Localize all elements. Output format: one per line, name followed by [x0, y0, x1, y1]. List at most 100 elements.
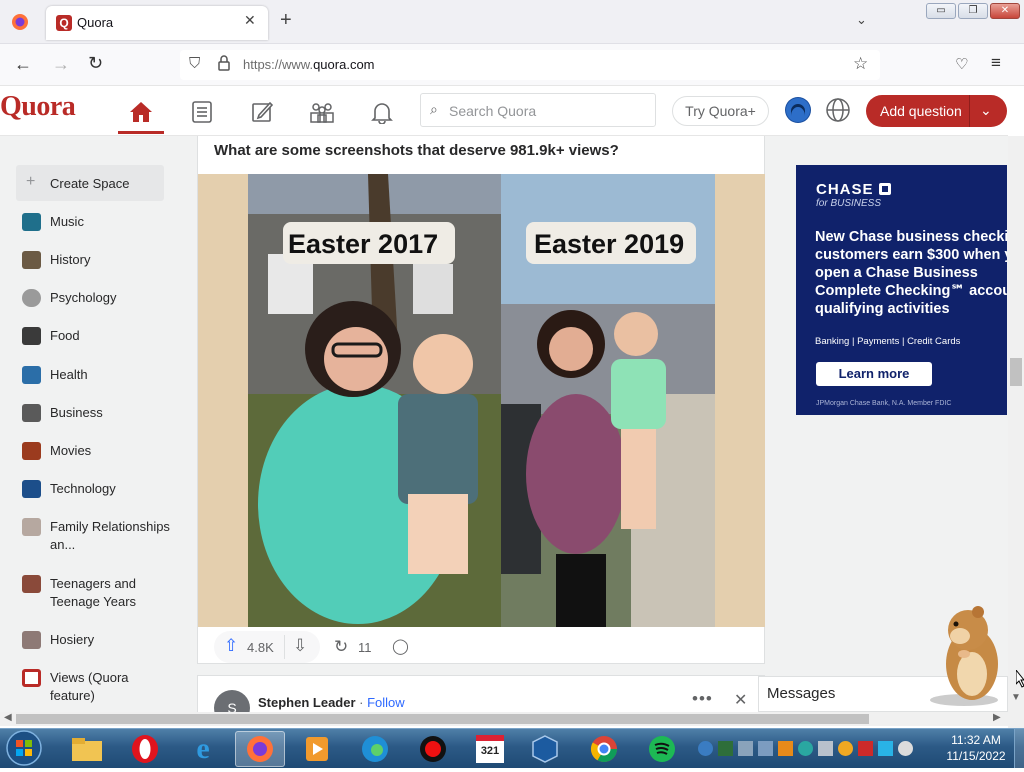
back-icon[interactable]: ←: [14, 54, 32, 75]
vertical-scroll-thumb[interactable]: [1010, 358, 1022, 386]
tray-app-icon[interactable]: [718, 740, 733, 756]
sidebar-item-label: Views (Quora feature): [50, 670, 129, 703]
firefox-taskbar-icon[interactable]: [235, 731, 285, 767]
photo-easter-2017: Easter 2017: [248, 174, 501, 627]
file-explorer-icon[interactable]: [62, 731, 112, 767]
bookmark-star-icon[interactable]: ☆: [853, 54, 868, 74]
tray-volume-icon[interactable]: [898, 740, 913, 756]
hamster-mascot[interactable]: [920, 604, 1006, 708]
author-name[interactable]: Stephen Leader: [258, 695, 356, 710]
scroll-right-arrow-icon[interactable]: ▶: [993, 712, 1001, 723]
taskbar-clock[interactable]: 11:32 AM 11/15/2022: [940, 732, 1012, 764]
upvote-count[interactable]: 4.8K: [247, 640, 274, 655]
scroll-down-arrow-icon[interactable]: ▼: [1011, 692, 1021, 703]
learn-more-button[interactable]: Learn more: [816, 362, 932, 386]
ad-disclaimer: JPMorgan Chase Bank, N.A. Member FDIC: [816, 400, 952, 407]
quora-favicon-icon: Q: [56, 15, 72, 31]
sidebar-item-label: Health: [50, 367, 88, 382]
following-icon[interactable]: [182, 94, 222, 130]
vote-pill: ⇧ 4.8K ⇩: [214, 631, 320, 663]
movies-space-icon: [22, 442, 41, 460]
more-options-icon[interactable]: •••: [692, 689, 713, 709]
sidebar-item-label: Technology: [50, 481, 116, 496]
tab-close-icon[interactable]: ✕: [244, 12, 256, 29]
dismiss-icon[interactable]: ✕: [734, 690, 747, 710]
reload-icon[interactable]: ↻: [88, 53, 103, 74]
tray-app-icon[interactable]: [798, 740, 813, 756]
tray-flag-icon[interactable]: [858, 740, 873, 756]
tray-app-icon[interactable]: [778, 740, 793, 756]
new-tab-button[interactable]: +: [280, 9, 292, 32]
opera-icon[interactable]: [120, 731, 170, 767]
spaces-icon[interactable]: [302, 94, 342, 130]
add-question-label: Add question: [880, 103, 962, 119]
minimize-button[interactable]: ▭: [926, 3, 956, 19]
upvote-icon[interactable]: ⇧: [224, 636, 238, 656]
author-separator: ·: [355, 695, 368, 710]
horizontal-scroll-thumb[interactable]: [16, 714, 869, 724]
start-button-icon[interactable]: [2, 729, 46, 767]
vertical-scrollbar[interactable]: ▼: [1008, 136, 1024, 712]
post-question-title[interactable]: What are some screenshots that deserve 9…: [214, 142, 619, 159]
url-text: https://www.quora.com: [243, 57, 375, 72]
tab-title: Quora: [77, 15, 114, 30]
plus-icon: +: [26, 173, 36, 190]
media-player-icon[interactable]: [292, 731, 342, 767]
url-bar[interactable]: ⛉ https://www.quora.com ☆: [180, 50, 880, 80]
spotify-icon[interactable]: [637, 731, 687, 767]
internet-explorer-icon[interactable]: e: [178, 731, 228, 767]
easter-2017-caption: Easter 2017: [288, 229, 439, 259]
pocket-icon[interactable]: ♡: [955, 55, 968, 73]
url-host: quora.com: [313, 57, 375, 72]
calendar-321-icon[interactable]: 321: [465, 731, 515, 767]
tray-app-icon[interactable]: [818, 740, 833, 756]
horizontal-scrollbar[interactable]: ◀ ▶: [0, 712, 1008, 726]
vote-divider: [284, 635, 285, 659]
sidebar-item-label: Movies: [50, 443, 92, 458]
tray-network-icon[interactable]: [878, 740, 893, 756]
list-all-tabs-icon[interactable]: ⌄: [856, 12, 867, 28]
shield-icon[interactable]: ⛉: [189, 55, 200, 72]
notifications-bell-icon[interactable]: [362, 94, 402, 130]
add-question-button[interactable]: Add question ⌄: [866, 95, 1007, 127]
maximize-button[interactable]: ❐: [958, 3, 988, 19]
share-icon[interactable]: ↻: [334, 637, 348, 657]
chase-wordmark: CHASE: [816, 181, 874, 198]
answer-icon[interactable]: [242, 94, 282, 130]
firefox-menu-icon[interactable]: [10, 12, 30, 32]
tab-quora[interactable]: Q Quora ✕: [46, 6, 268, 40]
language-globe-icon[interactable]: [825, 97, 851, 123]
tray-app-icon[interactable]: [758, 740, 773, 756]
share-count[interactable]: 11: [358, 640, 372, 655]
show-desktop-button[interactable]: [1014, 729, 1024, 768]
app-menu-icon[interactable]: ≡: [991, 53, 1001, 73]
scroll-left-arrow-icon[interactable]: ◀: [4, 712, 12, 723]
edge-icon[interactable]: [350, 731, 400, 767]
home-icon[interactable]: [121, 94, 161, 130]
quora-logo[interactable]: Quora: [0, 91, 76, 123]
downvote-icon[interactable]: ⇩: [293, 636, 307, 656]
chase-advertisement[interactable]: CHASE for BUSINESS New Chase business ch…: [796, 165, 1024, 415]
search-input[interactable]: ⌕ Search Quora: [420, 93, 656, 127]
chevron-down-icon[interactable]: ⌄: [980, 102, 992, 119]
post-image[interactable]: Easter 2017 Easter 2019: [198, 174, 765, 627]
chrome-icon[interactable]: [579, 731, 629, 767]
comment-icon[interactable]: ◯: [392, 637, 409, 655]
try-quora-plus-button[interactable]: Try Quora+: [672, 96, 769, 126]
post-card: What are some screenshots that deserve 9…: [197, 136, 765, 664]
tray-app-icon[interactable]: [738, 740, 753, 756]
mouse-cursor-icon: [1015, 668, 1024, 688]
follow-link[interactable]: Follow: [367, 695, 405, 710]
virtualbox-icon[interactable]: [520, 731, 570, 767]
close-window-button[interactable]: ✕: [990, 3, 1020, 19]
search-placeholder: Search Quora: [449, 103, 537, 119]
psychology-space-icon: [22, 289, 41, 307]
profile-avatar-icon[interactable]: [785, 97, 811, 123]
tray-app-icon[interactable]: [838, 740, 853, 756]
forward-icon[interactable]: →: [52, 54, 70, 75]
create-space-button[interactable]: + Create Space: [16, 165, 164, 201]
tray-app-icon[interactable]: [698, 740, 713, 756]
lock-icon[interactable]: [218, 55, 230, 71]
browser-tab-bar: Q Quora ✕ + ⌄ ▭ ❐ ✕: [0, 0, 1024, 44]
screen-recorder-icon[interactable]: [408, 731, 458, 767]
